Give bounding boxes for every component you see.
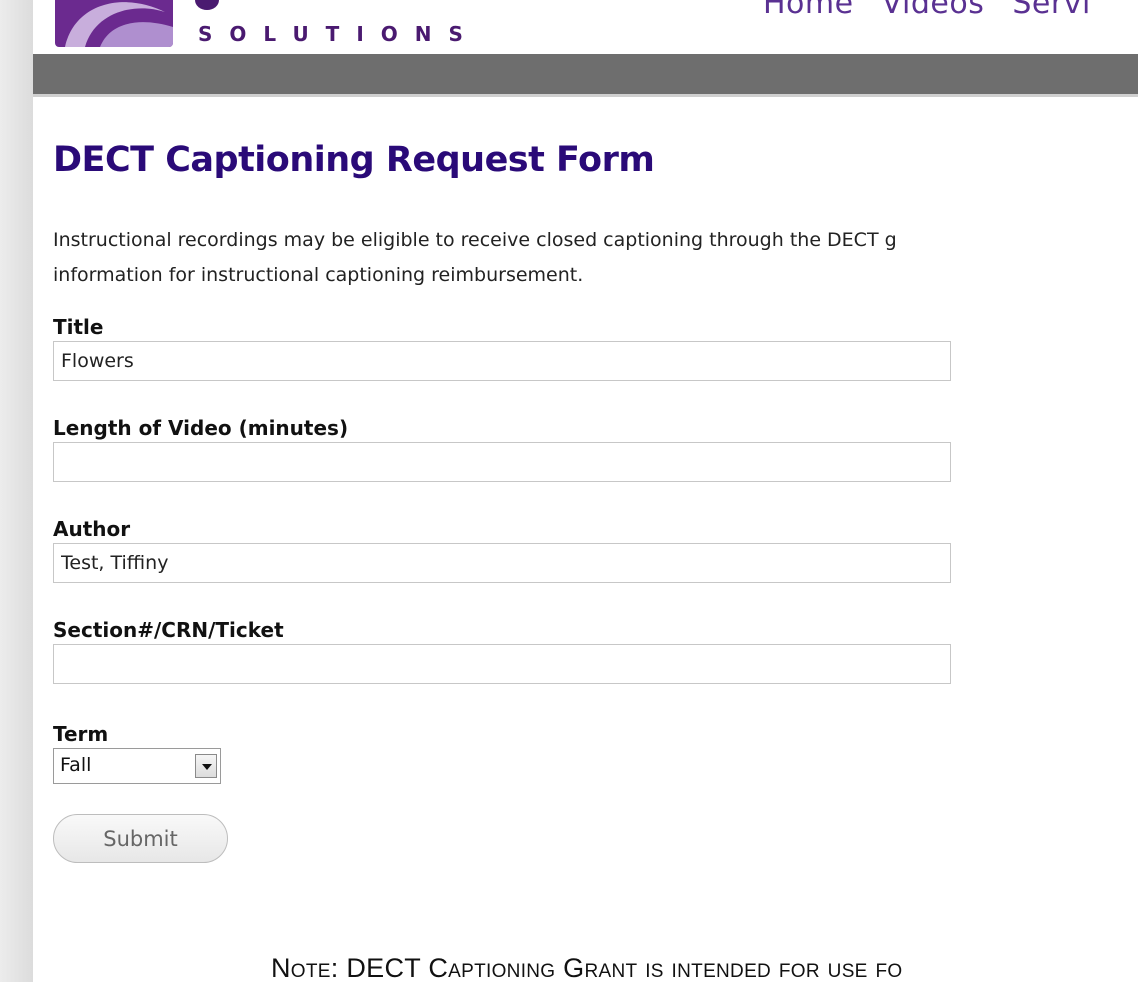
page-title: DECT Captioning Request Form [53,140,655,180]
intro-line-2: information for instructional captioning… [53,264,584,286]
term-select[interactable]: Fall [53,748,221,784]
intro-line-1: Instructional recordings may be eligible… [53,229,897,251]
grant-note: Note: DECT Captioning Grant is intended … [271,953,903,983]
section-input[interactable] [53,644,951,684]
field-section: Section#/CRN/Ticket [53,616,1138,684]
main-content: DECT Captioning Request Form Instruction… [53,140,1138,863]
submit-row: Submit [53,814,1138,863]
section-label: Section#/CRN/Ticket [53,618,284,642]
length-label: Length of Video (minutes) [53,416,349,440]
page-left-edge [0,0,33,982]
author-input[interactable] [53,543,951,583]
author-label: Author [53,517,131,541]
intro-text: Instructional recordings may be eligible… [53,223,1138,293]
length-input[interactable] [53,442,951,482]
logo[interactable] [55,0,173,47]
field-author: Author [53,515,1138,583]
term-selected-value: Fall [60,754,92,776]
nav-home[interactable]: Home [763,0,854,21]
title-input[interactable] [53,341,951,381]
logo-swirl-icon [65,2,173,47]
brand-wordmark: SOLUTIONS [198,22,480,46]
submit-button[interactable]: Submit [53,814,228,863]
field-title: Title [53,313,1138,381]
nav-videos[interactable]: Videos [882,0,985,21]
header-bar [33,54,1138,97]
site-header: SOLUTIONS Home Videos Servi [33,0,1138,54]
nav-services[interactable]: Servi [1012,0,1090,21]
top-navigation: Home Videos Servi [763,0,1109,21]
field-term: Term Fall [53,720,1138,784]
field-length: Length of Video (minutes) [53,414,1138,482]
page: SOLUTIONS Home Videos Servi DECT Caption… [33,0,1138,983]
term-label: Term [53,722,109,746]
brand-top-glyph [195,0,219,10]
chevron-down-icon[interactable] [195,754,217,778]
title-label: Title [53,315,104,339]
